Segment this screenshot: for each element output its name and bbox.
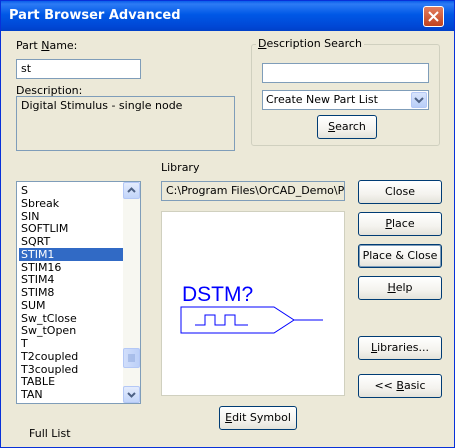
list-item[interactable]: Sw_tOpen — [19, 324, 124, 337]
parts-list-scrollbar[interactable] — [123, 182, 140, 403]
list-item[interactable]: T3coupled — [19, 363, 124, 376]
list-item[interactable]: S — [19, 184, 124, 197]
list-item[interactable]: T — [19, 337, 124, 350]
waveform-icon — [195, 314, 248, 326]
full-list-label: Full List — [29, 427, 71, 440]
list-item[interactable]: TAN — [19, 388, 124, 401]
part-browser-window: Part Browser Advanced Part Name: st Desc… — [0, 0, 455, 448]
stimulus-body — [180, 306, 295, 334]
list-item[interactable]: T2coupled — [19, 350, 124, 363]
close-button[interactable]: Close — [358, 180, 442, 204]
symbol-reference-text: DSTM? — [182, 283, 253, 306]
help-button[interactable]: Help — [358, 276, 442, 300]
close-icon — [428, 11, 439, 22]
list-item[interactable]: STIM8 — [19, 286, 124, 299]
scroll-up-button[interactable] — [123, 182, 140, 199]
dstm-symbol: DSTM? — [180, 283, 323, 334]
libraries-button[interactable]: Libraries... — [358, 336, 442, 360]
place-and-close-button[interactable]: Place & Close — [358, 244, 442, 268]
title-bar[interactable]: Part Browser Advanced — [1, 1, 454, 31]
part-list-select[interactable]: Create New Part List — [262, 90, 429, 110]
scroll-thumb[interactable] — [123, 348, 140, 368]
symbol-preview: DSTM? — [161, 211, 345, 396]
description-search-input[interactable] — [262, 63, 429, 83]
list-item[interactable]: SIN — [19, 210, 124, 223]
description-search-title: Description Search — [256, 37, 364, 50]
parts-list[interactable]: S Sbreak SIN SOFTLIM SQRT STIM1 STIM16 STIM4 STI… — [16, 181, 141, 404]
part-name-input[interactable]: st — [16, 59, 141, 79]
list-item[interactable]: STIM4 — [19, 273, 124, 286]
scroll-down-button[interactable] — [123, 386, 140, 403]
chevron-down-icon — [127, 392, 136, 398]
chevron-down-icon[interactable] — [411, 92, 427, 108]
list-item-selected[interactable]: STIM1 — [19, 247, 124, 261]
list-item[interactable]: Sw_tClose — [19, 312, 124, 325]
part-name-label: Part Name: — [16, 39, 78, 52]
list-item[interactable]: TABLE — [19, 375, 124, 388]
library-path-field: C:\Program Files\OrCAD_Demo\PSpi — [161, 181, 345, 201]
list-item[interactable]: SOFTLIM — [19, 222, 124, 235]
chevron-up-icon — [127, 187, 136, 193]
part-list-select-value: Create New Part List — [266, 93, 378, 106]
window-title: Part Browser Advanced — [9, 8, 181, 23]
window-close-button[interactable] — [423, 6, 444, 27]
grip-icon — [128, 354, 135, 362]
place-button[interactable]: Place — [358, 212, 442, 236]
list-item[interactable]: STIM16 — [19, 261, 124, 274]
library-label: Library — [161, 161, 200, 174]
list-item[interactable]: SUM — [19, 299, 124, 312]
search-button[interactable]: Search — [317, 115, 377, 139]
basic-button[interactable]: << Basic — [358, 374, 442, 398]
edit-symbol-button[interactable]: Edit Symbol — [219, 406, 297, 430]
description-field: Digital Stimulus - single node — [16, 96, 235, 151]
list-item[interactable]: SQRT — [19, 235, 124, 248]
list-item[interactable]: Sbreak — [19, 197, 124, 210]
